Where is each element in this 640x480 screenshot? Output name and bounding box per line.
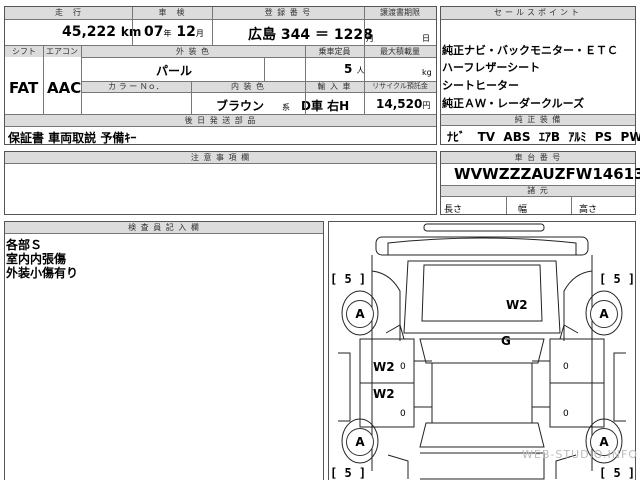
ext-color-value: パール [156, 64, 193, 78]
inspector-header: 検 査 員 記 入 欄 [128, 223, 200, 232]
mirror-right [559, 324, 579, 340]
wheel-mark-front-right: A [590, 300, 618, 328]
inspection-label: 車 検 [158, 8, 186, 17]
damage-hood: W2 [506, 298, 528, 312]
equipment-list: ﾅﾋﾞ TV ABS ｴｱB ｱﾙﾐ PS PW [447, 128, 640, 145]
shift-value: FAT [9, 79, 39, 97]
roof [431, 362, 533, 424]
chassis-header: 車 台 番 号 [514, 153, 562, 162]
ac-value: AAC [47, 79, 82, 97]
equip-airbag: ｴｱB [538, 130, 560, 144]
recycle-label: リサイクル預託金 [372, 82, 428, 90]
docs-header: 後 日 発 送 部 品 [184, 116, 257, 125]
wheel-mark-rear-left: A [346, 428, 374, 456]
transfer-day-unit: 日 [422, 34, 430, 43]
tire-label-rear-left: [ 5 ] [330, 466, 367, 480]
sill-left [338, 352, 351, 422]
damage-door-front-left: W2 [373, 360, 395, 374]
registration-value: 広島 344 ＝ 1228 [248, 27, 373, 43]
equip-ps: PS [594, 130, 613, 144]
registration-label: 登 録 番 号 [264, 8, 312, 17]
hood [403, 260, 561, 334]
door-zero-front-left: 0 [400, 362, 406, 372]
transfer-month-unit: 月 [366, 34, 374, 43]
sill-right [613, 352, 626, 422]
int-color-value: ブラウン系 [216, 99, 291, 113]
equip-alloy: ｱﾙﾐ [568, 130, 587, 144]
capacity-value: 5 人 [344, 62, 365, 76]
ext-color-label: 外 装 色 [175, 47, 211, 56]
equip-pw: PW [620, 130, 640, 144]
equip-abs: ABS [503, 130, 531, 144]
wheel-mark-front-left: A [346, 300, 374, 328]
watermark: WEB-STUDIO.INFO [522, 448, 638, 461]
recycle-value: 14,520円 [376, 97, 431, 111]
equip-tv: TV [477, 130, 496, 144]
tire-label-rear-right: [ 5 ] [599, 466, 636, 480]
sales-item-3: シートヒーター [442, 79, 519, 92]
capacity-label: 乗車定員 [318, 47, 351, 56]
chassis-number: WVWZZZAUZFW146131 [454, 165, 640, 183]
door-rear-right [549, 382, 605, 428]
damage-roof: G [501, 334, 511, 348]
inspector-line-3: 外装小傷有り [6, 266, 79, 280]
hood-line [421, 264, 543, 322]
max-load-label: 最大積載量 [380, 47, 420, 56]
sales-item-1: 純正ナビ・バックモニター・ＥＴＣ [442, 44, 618, 57]
tire-label-front-right: [ 5 ] [599, 272, 636, 286]
mileage-label: 走 行 [55, 8, 82, 17]
front-bumper [375, 236, 589, 256]
sales-item-4: 純正ＡＷ・レーダークルーズ [442, 97, 585, 110]
color-no-label: カ ラ ー Ｎｏ． [108, 82, 164, 91]
transfer-deadline-label: 譲渡書期限 [380, 8, 420, 17]
door-front-right [549, 338, 605, 384]
equipment-header: 純 正 装 備 [514, 115, 562, 124]
ac-label: エアコン [46, 47, 78, 56]
height-label: 高さ [579, 205, 598, 215]
door-zero-front-right: 0 [563, 362, 569, 372]
notes-header: 注 意 事 項 欄 [190, 153, 251, 162]
fender-front-right [563, 270, 593, 341]
inspection-value: 07年 12月 [144, 24, 204, 40]
door-zero-rear-right: 0 [563, 409, 569, 419]
rear-window [419, 422, 545, 448]
windshield [419, 338, 545, 364]
mirror-left [385, 324, 405, 340]
dims-header: 諸 元 [527, 186, 549, 195]
import-label: 輸 入 車 [317, 82, 352, 91]
tire-label-front-left: [ 5 ] [330, 272, 367, 286]
mileage-value: 45,222 km [62, 24, 142, 40]
rear-light-left [387, 454, 409, 479]
length-label: 長さ [444, 205, 463, 215]
front-bumper-inner [387, 237, 577, 255]
width-label: 幅 [518, 205, 528, 215]
damage-door-rear-left: W2 [373, 387, 395, 401]
sales-item-2: ハーフレザーシート [442, 61, 541, 74]
max-load-unit: kg [422, 68, 432, 77]
docs-value: 保証書 車両取説 予備ｷｰ [8, 131, 137, 145]
equip-navi: ﾅﾋﾞ [447, 130, 466, 144]
front-bumper-bar [423, 223, 545, 232]
fender-front-left [371, 270, 401, 341]
import-value: D車 右H [301, 99, 350, 113]
int-color-label: 内 装 色 [230, 82, 266, 91]
sales-header: セールスポイント [494, 8, 582, 17]
shift-label: シフト [12, 47, 36, 56]
door-zero-rear-left: 0 [400, 409, 406, 419]
